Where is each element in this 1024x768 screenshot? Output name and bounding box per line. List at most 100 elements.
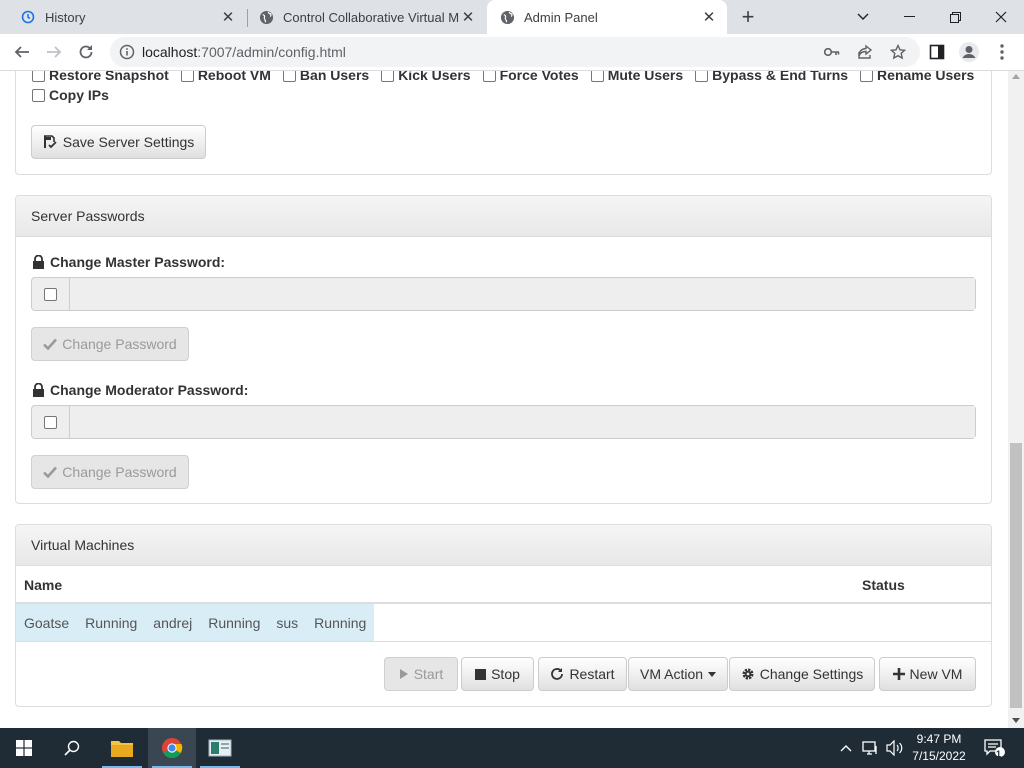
perm-kick-users[interactable]: Kick Users xyxy=(381,71,471,83)
app-taskbar-button[interactable] xyxy=(196,728,244,768)
close-icon[interactable]: ✕ xyxy=(219,8,237,26)
page-scrollbar[interactable] xyxy=(1008,71,1024,728)
perm-mute-users[interactable]: Mute Users xyxy=(590,71,683,83)
save-server-settings-button[interactable]: Save Server Settings xyxy=(31,125,206,159)
chevron-up-icon xyxy=(840,745,852,752)
url-host: localhost xyxy=(142,44,198,60)
checkbox[interactable] xyxy=(482,71,496,82)
network-button[interactable] xyxy=(860,728,882,768)
save-icon xyxy=(43,135,58,149)
play-icon xyxy=(399,668,409,680)
close-icon[interactable]: ✕ xyxy=(700,8,718,26)
notification-center-button[interactable]: 1 xyxy=(980,728,1010,768)
url-path: :7007/admin/config.html xyxy=(197,44,346,60)
start-menu-button[interactable] xyxy=(0,728,48,768)
chrome-taskbar-button[interactable] xyxy=(148,728,196,768)
perm-force-votes[interactable]: Force Votes xyxy=(482,71,579,83)
start-button[interactable]: Start xyxy=(384,657,458,691)
moderator-password-field[interactable] xyxy=(70,406,975,438)
column-name: Name xyxy=(24,577,63,593)
table-row[interactable]: Goatse Running andrej Running sus Runnin… xyxy=(16,604,374,641)
network-icon xyxy=(862,741,877,755)
restart-button[interactable]: Restart xyxy=(538,657,627,691)
vm-action-dropdown[interactable]: VM Action xyxy=(628,657,728,691)
checkbox[interactable] xyxy=(180,71,194,82)
button-label: Change Password xyxy=(62,336,177,352)
caret-down-icon xyxy=(708,671,717,677)
forward-button[interactable] xyxy=(40,38,68,66)
checkbox[interactable] xyxy=(32,71,45,82)
tab-admin-panel[interactable]: Admin Panel ✕ xyxy=(487,0,727,34)
master-password-enable-checkbox[interactable] xyxy=(44,287,57,301)
lock-icon xyxy=(32,383,45,397)
reload-button[interactable] xyxy=(72,38,100,66)
checkbox[interactable] xyxy=(381,71,395,82)
label-text: Change Moderator Password: xyxy=(50,382,249,398)
taskbar-clock[interactable]: 9:47 PM 7/15/2022 xyxy=(903,731,975,765)
key-icon[interactable] xyxy=(823,43,841,61)
button-label: Change Password xyxy=(62,464,177,480)
checkbox[interactable] xyxy=(32,88,45,102)
checkbox[interactable] xyxy=(695,71,709,82)
master-password-label: Change Master Password: xyxy=(32,254,225,270)
master-password-field[interactable] xyxy=(70,278,975,310)
change-settings-button[interactable]: Change Settings xyxy=(729,657,875,691)
perm-copy-ips[interactable]: Copy IPs xyxy=(32,87,109,103)
server-settings-panel: Restore Snapshot Reboot VM Ban Users Kic… xyxy=(15,71,992,175)
share-icon[interactable] xyxy=(856,43,874,61)
stop-button[interactable]: Stop xyxy=(461,657,534,691)
perm-restore-snapshot[interactable]: Restore Snapshot xyxy=(32,71,169,83)
column-status: Status xyxy=(862,577,905,593)
tab-control-collaborative[interactable]: Control Collaborative Virtual Mac ✕ xyxy=(238,0,486,34)
perm-ban-users[interactable]: Ban Users xyxy=(282,71,370,83)
scroll-thumb[interactable] xyxy=(1010,443,1022,708)
vm-status-cell: Running xyxy=(208,614,261,631)
perm-rename-users[interactable]: Rename Users xyxy=(860,71,974,83)
info-icon[interactable] xyxy=(119,44,135,60)
restore-button[interactable] xyxy=(932,0,978,34)
change-moderator-password-button[interactable]: Change Password xyxy=(31,455,189,489)
file-explorer-button[interactable] xyxy=(98,728,146,768)
search-button[interactable] xyxy=(48,728,96,768)
address-bar[interactable]: localhost:7007/admin/config.html xyxy=(110,37,920,67)
tab-history[interactable]: History ✕ xyxy=(0,0,246,34)
save-button-label: Save Server Settings xyxy=(62,134,195,150)
divider xyxy=(16,641,991,642)
checkbox[interactable] xyxy=(590,71,604,82)
perm-label: Ban Users xyxy=(299,71,370,83)
menu-kebab-icon[interactable] xyxy=(989,39,1015,65)
star-icon[interactable] xyxy=(889,43,907,61)
minimize-button[interactable] xyxy=(886,0,932,34)
scroll-down-arrow[interactable] xyxy=(1012,718,1020,723)
tab-label: History xyxy=(45,9,86,25)
profile-avatar-icon[interactable] xyxy=(956,39,982,65)
refresh-icon xyxy=(550,667,564,681)
windows-logo-icon xyxy=(16,740,32,756)
side-panel-icon[interactable] xyxy=(924,39,950,65)
show-hidden-icons-button[interactable] xyxy=(838,728,854,768)
back-button[interactable] xyxy=(8,38,36,66)
new-tab-button[interactable]: + xyxy=(736,4,760,29)
perm-bypass-end-turns[interactable]: Bypass & End Turns xyxy=(695,71,848,83)
gear-icon xyxy=(741,667,755,681)
close-icon[interactable]: ✕ xyxy=(459,8,477,26)
browser-toolbar: localhost:7007/admin/config.html xyxy=(0,34,1024,71)
perm-label: Force Votes xyxy=(499,71,579,83)
checkbox[interactable] xyxy=(282,71,296,82)
input-addon xyxy=(32,278,70,310)
tab-search-button[interactable] xyxy=(840,0,886,34)
change-master-password-button[interactable]: Change Password xyxy=(31,327,189,361)
close-window-button[interactable] xyxy=(978,0,1024,34)
moderator-password-enable-checkbox[interactable] xyxy=(44,415,57,429)
perm-label: Rename Users xyxy=(877,71,975,83)
chevron-down-icon xyxy=(857,13,869,20)
new-vm-button[interactable]: New VM xyxy=(879,657,976,691)
plus-icon xyxy=(892,668,905,680)
reload-icon xyxy=(79,45,93,59)
perm-reboot-vm[interactable]: Reboot VM xyxy=(180,71,271,83)
perm-label: Bypass & End Turns xyxy=(712,71,849,83)
input-addon xyxy=(32,406,70,438)
check-icon xyxy=(43,466,58,478)
checkbox[interactable] xyxy=(860,71,874,82)
scroll-up-arrow[interactable] xyxy=(1012,74,1020,79)
